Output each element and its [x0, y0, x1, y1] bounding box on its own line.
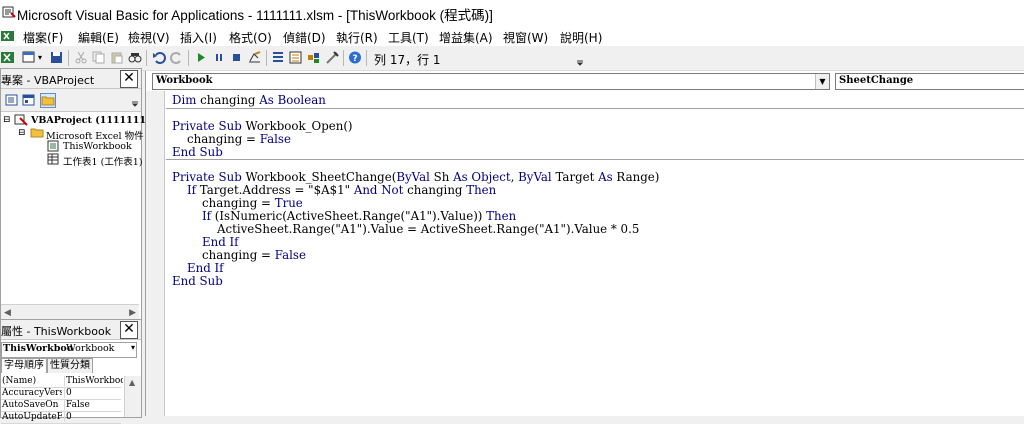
menu-bar: 檔案(F) 編輯(E) 檢視(V) 插入(I) 格式(O) 偵錯(D) 執行(R…	[0, 26, 1024, 46]
find-icon[interactable]	[128, 51, 142, 64]
redo-icon[interactable]	[170, 51, 184, 64]
code-editor[interactable]: Dim changing As Boolean Private Sub Work…	[166, 91, 1024, 416]
property-row[interactable]: (Name)ThisWorkbook	[1, 376, 123, 388]
code-line[interactable]: ActiveSheet.Range("A1").Value = ActiveSh…	[172, 223, 639, 236]
folder-icon	[30, 128, 44, 138]
vertical-scrollbar[interactable]: ▲	[124, 376, 141, 417]
toggle-folders-icon[interactable]	[40, 93, 56, 108]
property-grid: (Name)ThisWorkbook AccuracyVersion0 Auto…	[1, 376, 123, 424]
scroll-right-icon[interactable]: ▶	[129, 308, 136, 318]
copy-icon[interactable]	[92, 51, 106, 64]
excel-view-icon[interactable]	[0, 29, 16, 43]
collapse-icon[interactable]: ⊟	[18, 128, 26, 138]
dropdown-arrow-icon[interactable]: ▼	[815, 74, 829, 89]
menu-window[interactable]: 視窗(W)	[503, 29, 548, 46]
pane-options-icon[interactable]	[130, 93, 140, 108]
properties-window-icon[interactable]	[289, 51, 303, 64]
object-select-type: Workbook	[66, 343, 115, 354]
procedure-separator	[166, 159, 1024, 160]
project-tree: ⊟ VBAProject (1111111.x ⊟ Microsoft Exce…	[1, 112, 155, 302]
project-explorer-icon[interactable]	[271, 51, 285, 64]
menu-debug[interactable]: 偵錯(D)	[283, 29, 326, 46]
property-row[interactable]: AccuracyVersion0	[1, 388, 121, 400]
vba-project-icon	[14, 114, 28, 126]
view-object-icon[interactable]	[21, 93, 37, 108]
help-icon[interactable]: ?	[348, 51, 362, 64]
vba-app-icon	[2, 6, 16, 18]
code-line[interactable]: End Sub	[172, 275, 223, 288]
properties-header: 屬性 - ThisWorkbook ✕	[1, 320, 141, 340]
svg-text:?: ?	[353, 54, 358, 64]
properties-title: 屬性 - ThisWorkbook	[1, 325, 112, 338]
menu-tools[interactable]: 工具(T)	[388, 29, 429, 46]
properties-pane: 屬性 - ThisWorkbook ✕ ThisWorkboo Workbook…	[0, 319, 142, 424]
code-line[interactable]: End Sub	[172, 146, 223, 159]
object-combo[interactable]: Workbook ▼	[152, 73, 830, 90]
close-icon[interactable]: ✕	[120, 70, 138, 88]
scroll-up-icon[interactable]: ▲	[129, 378, 135, 387]
break-icon[interactable]	[212, 51, 226, 64]
insert-userform-icon[interactable]	[22, 51, 36, 64]
object-select[interactable]: ThisWorkboo Workbook ▾	[1, 342, 137, 358]
properties-tabs: 字母順序 性質分類	[1, 358, 141, 374]
object-browser-icon[interactable]	[307, 51, 321, 64]
property-row[interactable]: AutoUpdateFr 0	[1, 412, 121, 424]
menu-insert[interactable]: 插入(I)	[180, 29, 217, 46]
cut-icon[interactable]	[74, 51, 88, 64]
project-explorer-pane: 專案 - VBAProject ✕ ⊟ VBAProject (1111111.…	[0, 68, 155, 321]
tree-project[interactable]: VBAProject (1111111.x	[31, 115, 155, 126]
menu-file[interactable]: 檔案(F)	[23, 29, 63, 46]
close-icon[interactable]: ✕	[120, 321, 138, 339]
procedure-combo-value: SheetChange	[839, 75, 914, 86]
run-icon[interactable]	[194, 51, 208, 64]
property-row[interactable]: AutoSaveOn False	[1, 400, 121, 412]
project-explorer-title: 專案 - VBAProject	[1, 74, 95, 87]
horizontal-scrollbar[interactable]: ◀ ▶	[1, 304, 139, 320]
tab-categorized[interactable]: 性質分類	[47, 358, 93, 373]
collapse-icon[interactable]: ⊟	[3, 115, 11, 125]
menu-edit[interactable]: 編輯(E)	[78, 29, 119, 46]
view-code-icon[interactable]	[4, 93, 20, 108]
design-mode-icon[interactable]	[248, 51, 262, 64]
toolbar-options-icon[interactable]	[577, 52, 583, 66]
tree-item-thisworkbook[interactable]: ThisWorkbook	[63, 141, 132, 152]
workbook-icon	[47, 140, 59, 152]
dropdown-arrow-icon[interactable]: ▾	[131, 343, 135, 352]
menu-view[interactable]: 檢視(V)	[128, 29, 170, 46]
standard-toolbar: ▾ ? 列 17，行 1	[0, 46, 1024, 71]
tree-item-sheet1[interactable]: 工作表1 (工作表1)	[63, 154, 143, 168]
scroll-left-icon[interactable]: ◀	[4, 308, 11, 318]
menu-addins[interactable]: 增益集(A)	[439, 29, 493, 46]
cursor-position: 列 17，行 1	[374, 53, 441, 67]
save-icon[interactable]	[50, 51, 64, 64]
object-combo-value: Workbook	[156, 75, 213, 86]
toolbox-icon[interactable]	[325, 51, 339, 64]
title-bar: Microsoft Visual Basic for Applications …	[0, 0, 1024, 27]
tab-alphabetic[interactable]: 字母順序	[1, 358, 47, 373]
paste-icon[interactable]	[110, 51, 124, 64]
procedure-combo[interactable]: SheetChange	[835, 73, 1024, 90]
tree-folder-excel-objects[interactable]: Microsoft Excel 物件	[46, 128, 144, 142]
code-line[interactable]: Dim changing As Boolean	[172, 94, 326, 107]
object-select-name: ThisWorkboo	[3, 343, 74, 354]
worksheet-icon	[47, 153, 59, 165]
code-window: Workbook ▼ SheetChange Dim changing As B…	[145, 71, 1024, 416]
menu-format[interactable]: 格式(O)	[229, 29, 272, 46]
reset-icon[interactable]	[230, 51, 244, 64]
menu-help[interactable]: 說明(H)	[560, 29, 602, 46]
project-explorer-toolbar	[1, 89, 141, 112]
excel-icon[interactable]	[1, 51, 15, 64]
menu-run[interactable]: 執行(R)	[336, 29, 378, 46]
window-title: Microsoft Visual Basic for Applications …	[17, 8, 493, 23]
project-explorer-header: 專案 - VBAProject ✕	[1, 69, 141, 89]
code-margin[interactable]	[146, 91, 165, 416]
procedure-separator	[166, 108, 1024, 109]
undo-icon[interactable]	[152, 51, 166, 64]
